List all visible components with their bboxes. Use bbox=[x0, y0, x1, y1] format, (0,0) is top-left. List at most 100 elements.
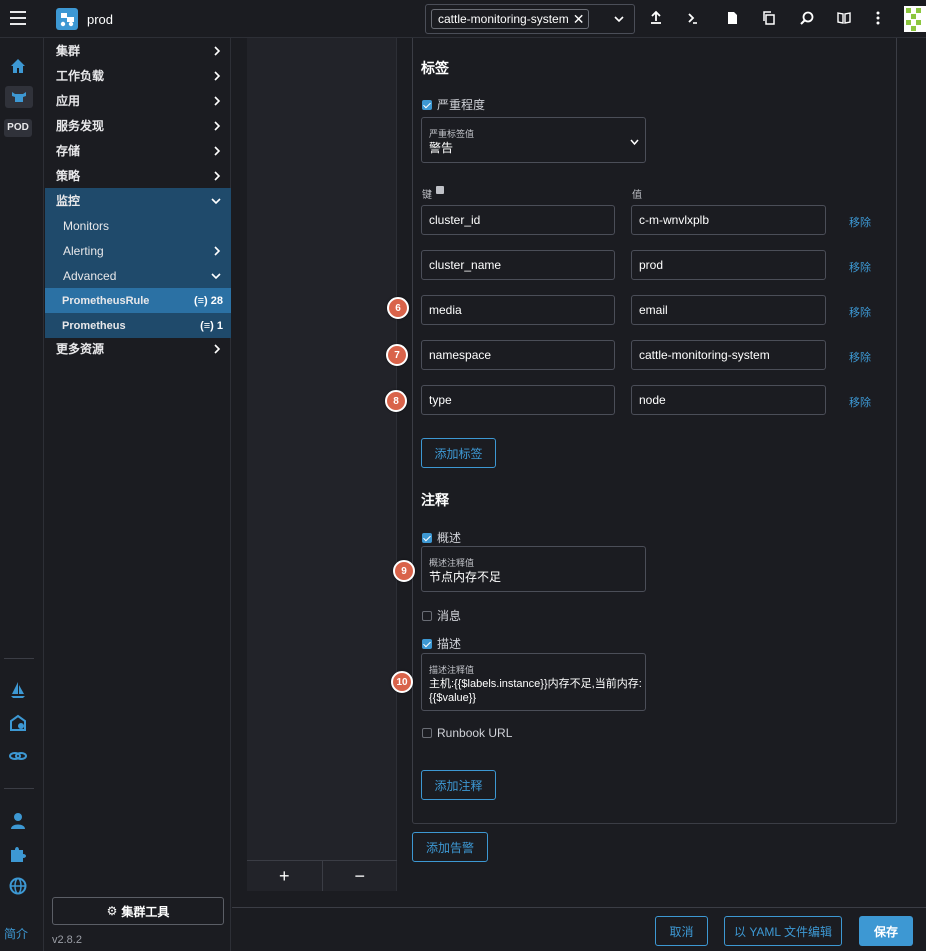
value-column-header: 值 bbox=[632, 190, 642, 201]
file-icon[interactable] bbox=[724, 10, 740, 26]
label-key-input[interactable]: cluster_name bbox=[421, 250, 615, 280]
nav-item-alerting[interactable]: Alerting bbox=[45, 238, 231, 263]
label-key-input[interactable]: type bbox=[421, 385, 615, 415]
search-icon[interactable] bbox=[799, 10, 815, 26]
nav-item-label: Alerting bbox=[63, 243, 104, 258]
label-value-input[interactable]: c-m-wnvlxplb bbox=[631, 205, 826, 235]
namespace-filter[interactable]: cattle-monitoring-system ✕ bbox=[425, 4, 635, 34]
pod-badge[interactable]: POD bbox=[4, 119, 32, 137]
summary-input[interactable]: 概述注释值 节点内存不足 bbox=[421, 546, 646, 592]
menu-icon[interactable] bbox=[10, 11, 26, 25]
top-header: prod cattle-monitoring-system ✕ bbox=[0, 0, 926, 38]
nav-item-label: 应用 bbox=[56, 94, 81, 108]
nav-item-cluster[interactable]: 集群 bbox=[45, 38, 231, 63]
upload-icon[interactable] bbox=[648, 10, 664, 26]
description-checkbox[interactable]: 描述 bbox=[422, 635, 461, 652]
label-key-input[interactable]: cluster_id bbox=[421, 205, 615, 235]
label-key-input[interactable]: namespace bbox=[421, 340, 615, 370]
form-footer: 取消 以 YAML 文件编辑 保存 bbox=[232, 907, 926, 951]
remove-label-link[interactable]: 移除 bbox=[849, 304, 871, 320]
label-value-input[interactable]: prod bbox=[631, 250, 826, 280]
about-link[interactable]: 简介 bbox=[4, 925, 28, 942]
nav-item-prometheusrule[interactable]: PrometheusRule (≡) 28 bbox=[45, 288, 231, 313]
nav-item-label: 服务发现 bbox=[56, 119, 105, 133]
add-label-button[interactable]: 添加标签 bbox=[421, 438, 496, 468]
cluster-name[interactable]: prod bbox=[87, 12, 113, 27]
severity-checkbox[interactable]: 严重程度 bbox=[422, 96, 485, 113]
nav-item-service-discovery[interactable]: 服务发现 bbox=[45, 113, 231, 138]
fleet-icon[interactable] bbox=[8, 713, 28, 733]
checkbox-label: 严重程度 bbox=[437, 98, 486, 112]
more-vertical-icon[interactable] bbox=[870, 10, 886, 26]
sailboat-icon[interactable] bbox=[8, 680, 28, 700]
rail-divider bbox=[4, 788, 34, 789]
message-checkbox[interactable]: 消息 bbox=[422, 607, 461, 624]
cluster-tools-label: 集群工具 bbox=[121, 904, 170, 919]
chevron-right-icon bbox=[214, 96, 221, 106]
copy-config-icon[interactable] bbox=[761, 10, 777, 26]
step-marker: 6 bbox=[387, 297, 409, 319]
add-tab-button[interactable]: + bbox=[247, 861, 323, 891]
main-content: + − 标签 严重程度 严重标签值 警告 键 值 cluster_id c-m-… bbox=[232, 38, 926, 907]
add-alert-button[interactable]: 添加告警 bbox=[412, 832, 488, 862]
remove-label-link[interactable]: 移除 bbox=[849, 394, 871, 410]
nav-item-label: 策略 bbox=[56, 169, 81, 183]
label-value-input[interactable]: email bbox=[631, 295, 826, 325]
continuous-delivery-icon[interactable] bbox=[8, 746, 28, 766]
field-value: 警告 bbox=[429, 141, 454, 155]
severity-select[interactable]: 严重标签值 警告 bbox=[421, 117, 646, 163]
app-rail: POD 简介 bbox=[0, 38, 44, 951]
rail-divider bbox=[4, 658, 34, 659]
edit-as-yaml-button[interactable]: 以 YAML 文件编辑 bbox=[724, 916, 842, 946]
remove-label-link[interactable]: 移除 bbox=[849, 349, 871, 365]
runbook-url-checkbox[interactable]: Runbook URL bbox=[422, 726, 512, 740]
label-key-input[interactable]: media bbox=[421, 295, 615, 325]
cancel-button[interactable]: 取消 bbox=[655, 916, 708, 946]
checkbox-checked-icon bbox=[422, 99, 432, 110]
chevron-right-icon bbox=[214, 71, 221, 81]
checkbox-checked-icon bbox=[422, 638, 432, 649]
nav-item-monitoring[interactable]: 监控 bbox=[45, 188, 231, 213]
nav-item-apps[interactable]: 应用 bbox=[45, 88, 231, 113]
gear-icon: ⚙ bbox=[106, 904, 118, 918]
namespaced-icon: (≡) bbox=[200, 319, 214, 332]
nav-item-advanced[interactable]: Advanced bbox=[45, 263, 231, 288]
nav-item-monitors[interactable]: Monitors bbox=[45, 213, 231, 238]
nav-item-prometheus[interactable]: Prometheus (≡) 1 bbox=[45, 313, 231, 338]
remove-label-link[interactable]: 移除 bbox=[849, 259, 871, 275]
cluster-tools-button[interactable]: ⚙ 集群工具 bbox=[52, 897, 224, 925]
remove-label-link[interactable]: 移除 bbox=[849, 214, 871, 230]
avatar[interactable] bbox=[904, 6, 926, 32]
field-label: 描述注释值 bbox=[429, 665, 475, 675]
label-value-input[interactable]: node bbox=[631, 385, 826, 415]
nav-item-storage[interactable]: 存储 bbox=[45, 138, 231, 163]
save-button[interactable]: 保存 bbox=[859, 916, 913, 946]
nav-item-more-resources[interactable]: 更多资源 bbox=[45, 336, 231, 361]
home-icon[interactable] bbox=[8, 56, 28, 76]
close-icon[interactable]: ✕ bbox=[573, 11, 585, 28]
user-icon[interactable] bbox=[8, 811, 28, 831]
globe-icon[interactable] bbox=[8, 876, 28, 896]
chevron-down-icon bbox=[630, 139, 639, 146]
checkbox-unchecked-icon bbox=[422, 728, 432, 738]
checkbox-label: 概述 bbox=[437, 531, 462, 545]
step-marker: 9 bbox=[393, 560, 415, 582]
chevron-right-icon bbox=[214, 171, 221, 181]
terminal-icon[interactable] bbox=[685, 10, 701, 26]
key-column-header: 键 bbox=[422, 186, 444, 201]
remove-tab-button[interactable]: − bbox=[323, 861, 398, 891]
nav-item-label: 更多资源 bbox=[56, 342, 105, 356]
cluster-icon bbox=[56, 8, 78, 30]
label-value-input[interactable]: cattle-monitoring-system bbox=[631, 340, 826, 370]
field-value-line: {{$value}} bbox=[429, 692, 477, 704]
count-value: 28 bbox=[210, 294, 223, 307]
cluster-rail-icon[interactable] bbox=[5, 86, 33, 108]
description-textarea[interactable]: 描述注释值 主机:{{$labels.instance}}内存不足,当前内存: … bbox=[421, 653, 646, 711]
book-icon[interactable] bbox=[836, 10, 852, 26]
add-annotation-button[interactable]: 添加注释 bbox=[421, 770, 496, 800]
nav-item-workloads[interactable]: 工作负载 bbox=[45, 63, 231, 88]
extensions-icon[interactable] bbox=[8, 844, 28, 864]
summary-checkbox[interactable]: 概述 bbox=[422, 529, 461, 546]
nav-item-policy[interactable]: 策略 bbox=[45, 163, 231, 188]
rule-tabs bbox=[247, 38, 397, 891]
